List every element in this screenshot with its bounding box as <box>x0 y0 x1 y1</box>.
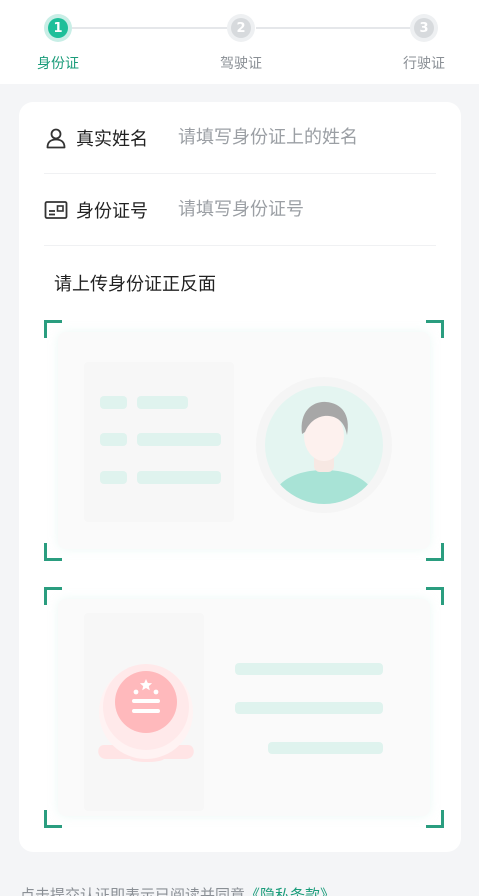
id-front-upload[interactable] <box>44 320 444 561</box>
privacy-policy-link[interactable]: 《隐私条款》 <box>245 886 335 896</box>
upload-title: 请上传身份证正反面 <box>54 274 216 295</box>
id-number-row: 身份证号 <box>44 174 436 246</box>
id-front-placeholder <box>58 332 430 549</box>
step-indicator: 3 <box>410 14 438 42</box>
step-indicator: 2 <box>227 14 255 42</box>
id-back-placeholder <box>58 599 430 816</box>
progress-stepper: 1 身份证 2 驾驶证 3 行驶证 <box>0 0 479 84</box>
privacy-notice: 点击提交认证即表示已阅读并同意《隐私条款》 <box>20 884 335 896</box>
step-vehicle-license[interactable]: 3 行驶证 <box>384 14 464 73</box>
privacy-notice-text: 点击提交认证即表示已阅读并同意 <box>20 886 246 896</box>
id-back-upload[interactable] <box>44 587 444 828</box>
id-number-input[interactable] <box>178 199 356 220</box>
step-label: 行驶证 <box>403 56 445 72</box>
id-number-label: 身份证号 <box>76 200 148 222</box>
name-label: 真实姓名 <box>76 128 148 150</box>
name-input[interactable] <box>178 127 356 148</box>
person-icon <box>44 126 68 150</box>
step-indicator: 1 <box>44 14 72 42</box>
name-row: 真实姓名 <box>44 102 436 174</box>
id-card-icon <box>44 198 68 222</box>
step-id-card[interactable]: 1 身份证 <box>18 14 98 73</box>
id-verification-card: 真实姓名 身份证号 请上传身份证正反面 <box>19 102 461 852</box>
step-label: 身份证 <box>37 56 79 72</box>
step-label: 驾驶证 <box>220 56 262 72</box>
step-driver-license[interactable]: 2 驾驶证 <box>201 14 281 73</box>
